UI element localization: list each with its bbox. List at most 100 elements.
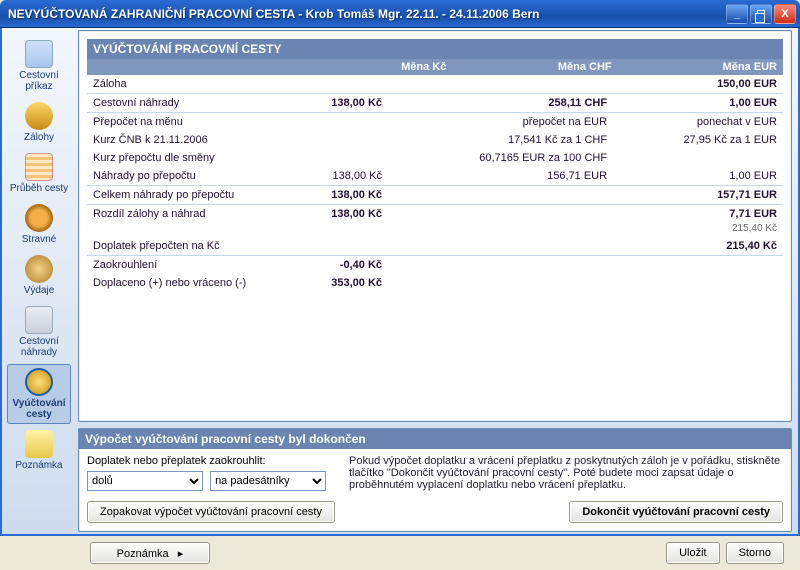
cell: 138,00 Kč [287,186,388,205]
row-label: Zaokrouhlení [87,256,287,275]
table-row: Celkem náhrady po přepočtu 138,00 Kč 157… [87,186,783,205]
finish-buttons: Zopakovat výpočet vyúčtování pracovní ce… [87,501,783,523]
save-button[interactable]: Uložit [666,542,720,564]
table-row: Přepočet na měnu přepočet na EUR ponecha… [87,113,783,132]
sidebar-item-prubeh[interactable]: Průběh cesty [7,149,71,198]
settlement-icon [25,368,53,396]
cell: 7,71 EUR [613,205,783,224]
sidebar-item-label: Vyúčtování cesty [13,398,66,420]
cell: 1,00 EUR [613,94,783,113]
sidebar-item-vydaje[interactable]: Výdaje [7,251,71,300]
row-label: Cestovní náhrady [87,94,287,113]
table-row: Cestovní náhrady 138,00 Kč 258,11 CHF 1,… [87,94,783,113]
sidebar-item-poznamka[interactable]: Poznámka [7,426,71,475]
cell: 215,40 Kč [613,237,783,256]
table-row: Záloha 150,00 EUR [87,75,783,94]
settlement-table: Záloha 150,00 EUR Cestovní náhrady 138,0… [87,75,783,292]
footer: Poznámka ▸ Uložit Storno [0,536,800,570]
close-button[interactable]: X [774,4,796,24]
table-row: Kurz přepočtu dle směny 60,7165 EUR za 1… [87,149,783,167]
app-window: NEVYÚČTOVANÁ ZAHRANIČNÍ PRACOVNÍ CESTA -… [0,0,800,570]
sidebar-item-label: Průběh cesty [10,183,68,194]
cell: 17,541 Kč za 1 CHF [388,131,613,149]
table-row: Kurz ČNB k 21.11.2006 17,541 Kč za 1 CHF… [87,131,783,149]
cell: 258,11 CHF [388,94,613,113]
table-row: Doplaceno (+) nebo vráceno (-) 353,00 Kč [87,274,783,292]
rounding-controls: Doplatek nebo přeplatek zaokrouhlit: dol… [87,455,337,491]
row-label: Kurz přepočtu dle směny [87,149,287,167]
cell: 150,00 EUR [613,75,783,94]
cell: 157,71 EUR [613,186,783,205]
col-header-eur: Měna EUR [618,59,783,75]
sidebar-item-vyuctovani[interactable]: Vyúčtování cesty [7,364,71,424]
cell: 60,7165 EUR za 100 CHF [388,149,613,167]
finish-info: Pokud výpočet doplatku a vrácení přeplat… [349,455,783,491]
finish-settlement-button[interactable]: Dokončit vyúčtování pracovní cesty [569,501,783,523]
cell: 138,00 Kč [287,94,388,113]
cell-sub: 215,40 Kč [613,223,783,237]
sidebar-item-label: Cestovní náhrady [19,336,58,358]
sheet-header-row: Měna Kč Měna CHF Měna EUR [87,59,783,75]
cell: 138,00 Kč [287,167,388,186]
table-row: Doplatek přepočten na Kč 215,40 Kč [87,237,783,256]
rounding-unit-select[interactable]: na padesátníky [210,471,326,491]
col-header-kc: Měna Kč [287,59,452,75]
sheet-title: VYÚČTOVÁNÍ PRACOVNÍ CESTY [87,39,783,59]
restore-button[interactable] [750,4,772,24]
cell: 156,71 EUR [388,167,613,186]
minimize-button[interactable]: _ [726,4,748,24]
window-buttons: _ X [726,4,796,24]
sidebar-item-label: Poznámka [15,460,62,471]
note-button-label: Poznámka [117,548,169,560]
settlement-panel: VYÚČTOVÁNÍ PRACOVNÍ CESTY Měna Kč Měna C… [78,30,792,422]
row-label: Doplatek přepočten na Kč [87,237,287,256]
order-icon [25,40,53,68]
cancel-button[interactable]: Storno [726,542,784,564]
sidebar-item-label: Stravné [22,234,56,245]
table-row: 215,40 Kč [87,223,783,237]
calculator-icon [25,306,53,334]
finish-row: Doplatek nebo přeplatek zaokrouhlit: dol… [87,455,783,491]
sidebar-item-nahrady[interactable]: Cestovní náhrady [7,302,71,362]
sidebar-item-zalohy[interactable]: Zálohy [7,98,71,147]
row-label: Přepočet na měnu [87,113,287,132]
table-row: Náhrady po přepočtu 138,00 Kč 156,71 EUR… [87,167,783,186]
finish-title: Výpočet vyúčtování pracovní cesty byl do… [79,429,791,449]
table-row: Rozdíl zálohy a náhrad 138,00 Kč 7,71 EU… [87,205,783,224]
col-header-chf: Měna CHF [452,59,617,75]
row-label: Náhrady po přepočtu [87,167,287,186]
sidebar-item-cestovni-prikaz[interactable]: Cestovní příkaz [7,36,71,96]
cell: ponechat v EUR [613,113,783,132]
rounding-label: Doplatek nebo přeplatek zaokrouhlit: [87,455,337,467]
table-row: Zaokrouhlení -0,40 Kč [87,256,783,275]
meal-icon [25,204,53,232]
finish-panel: Výpočet vyúčtování pracovní cesty byl do… [78,428,792,532]
coins-icon [25,102,53,130]
client-area: Cestovní příkaz Zálohy Průběh cesty Stra… [0,28,800,536]
cell: 138,00 Kč [287,205,388,224]
cell: 27,95 Kč za 1 EUR [613,131,783,149]
note-button[interactable]: Poznámka ▸ [90,542,210,564]
row-label: Rozdíl zálohy a náhrad [87,205,287,224]
row-label: Doplaceno (+) nebo vráceno (-) [87,274,287,292]
sidebar-item-stravne[interactable]: Stravné [7,200,71,249]
row-label: Záloha [87,75,287,94]
row-label: Celkem náhrady po přepočtu [87,186,287,205]
restore-icon [757,10,765,18]
cell: -0,40 Kč [287,256,388,275]
cell: 1,00 EUR [613,167,783,186]
row-label: Kurz ČNB k 21.11.2006 [87,131,287,149]
sidebar-item-label: Cestovní příkaz [19,70,58,92]
repeat-calculation-button[interactable]: Zopakovat výpočet vyúčtování pracovní ce… [87,501,335,523]
main-column: VYÚČTOVÁNÍ PRACOVNÍ CESTY Měna Kč Měna C… [74,30,796,532]
titlebar: NEVYÚČTOVANÁ ZAHRANIČNÍ PRACOVNÍ CESTA -… [0,0,800,28]
calendar-icon [25,153,53,181]
note-icon [25,430,53,458]
cell: přepočet na EUR [388,113,613,132]
rounding-direction-select[interactable]: dolů [87,471,203,491]
sidebar: Cestovní příkaz Zálohy Průběh cesty Stra… [4,30,74,532]
sidebar-item-label: Zálohy [24,132,54,143]
expense-icon [25,255,53,283]
cell: 353,00 Kč [287,274,388,292]
sidebar-item-label: Výdaje [24,285,55,296]
